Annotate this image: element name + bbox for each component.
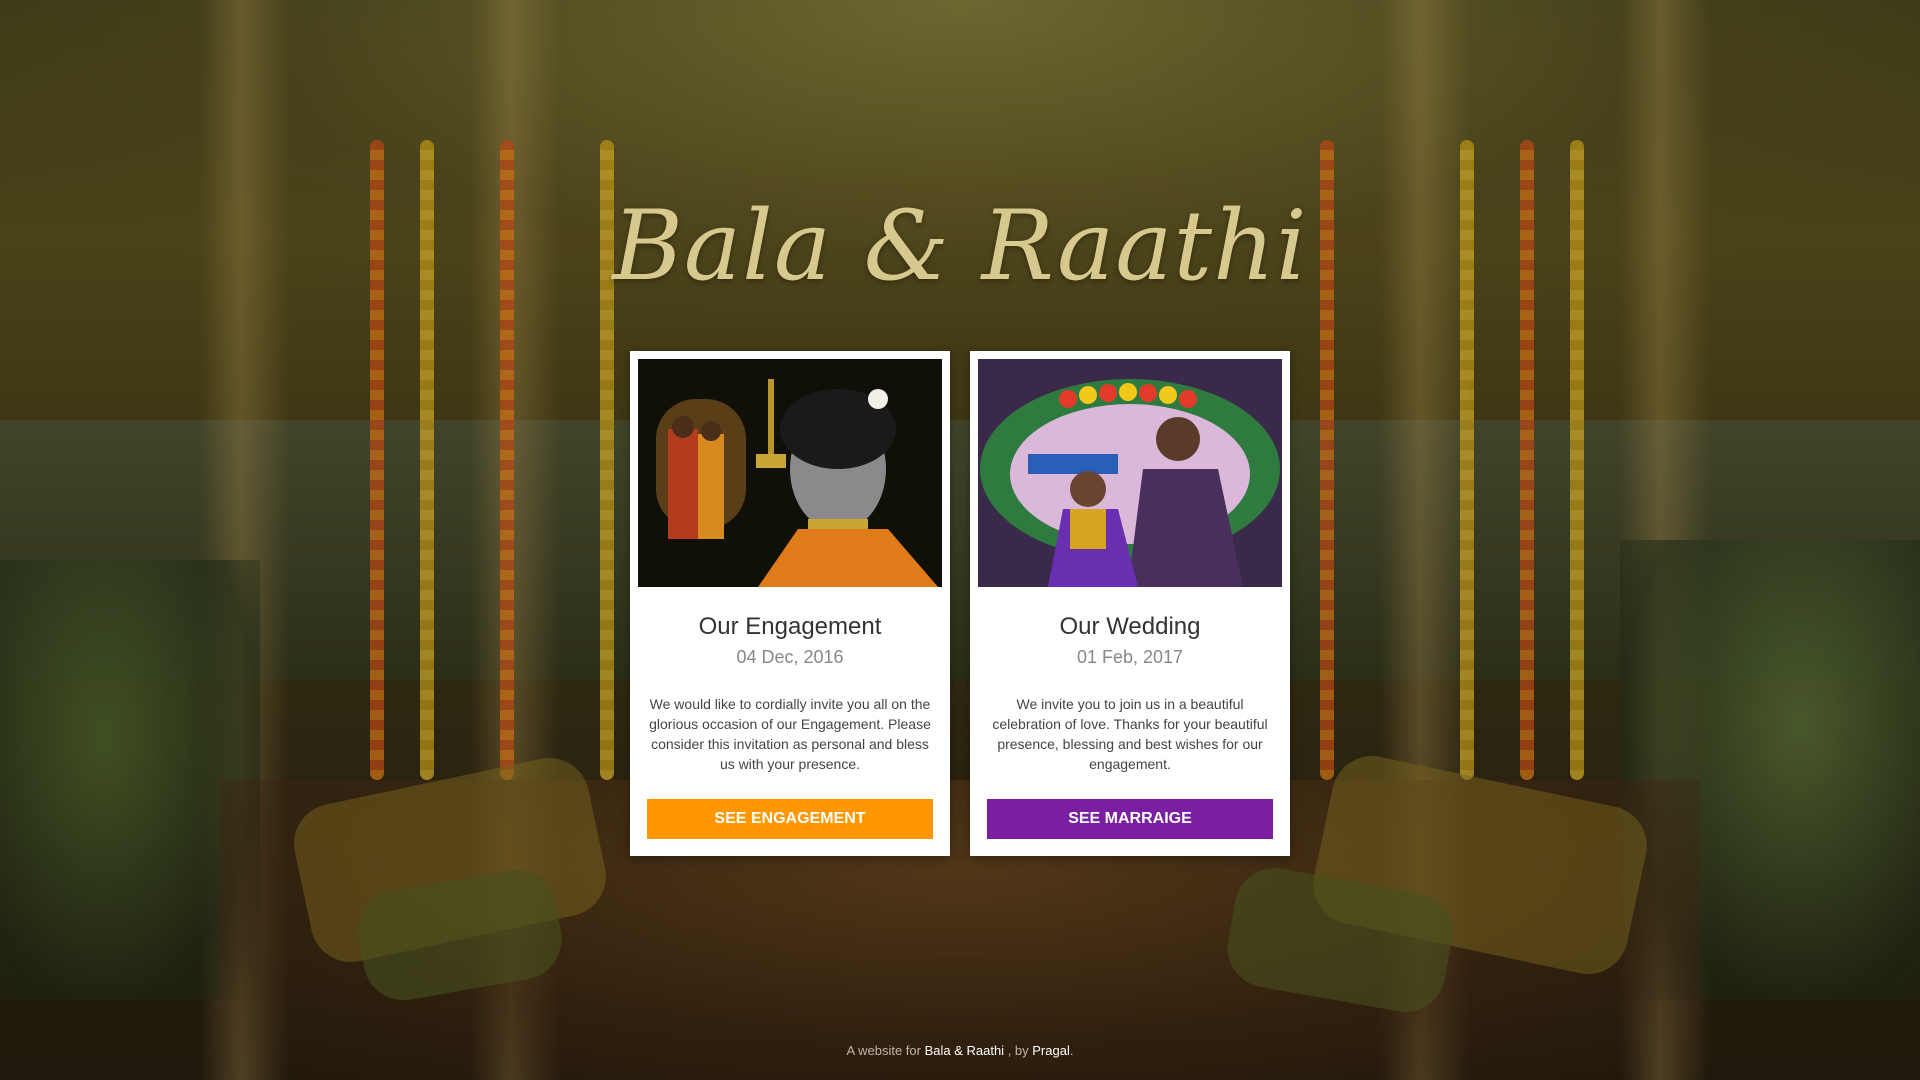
wedding-photo bbox=[978, 359, 1282, 587]
footer-author-link[interactable]: Pragal bbox=[1032, 1043, 1070, 1058]
engagement-card: Our Engagement 04 Dec, 2016 We would lik… bbox=[630, 351, 950, 856]
wedding-photo-image bbox=[978, 359, 1282, 587]
background-scene bbox=[0, 0, 1920, 1080]
footer-by: , by bbox=[1004, 1043, 1033, 1058]
engagement-photo bbox=[638, 359, 942, 587]
see-marraige-button[interactable]: SEE MARRAIGE bbox=[987, 799, 1273, 839]
wedding-date: 01 Feb, 2017 bbox=[1076, 647, 1184, 667]
wedding-card: Our Wedding 01 Feb, 2017 We invite you t… bbox=[970, 351, 1290, 856]
footer-suffix: . bbox=[1069, 1043, 1074, 1058]
engagement-title: Our Engagement bbox=[698, 613, 882, 640]
footer-prefix: A website for bbox=[846, 1043, 925, 1058]
wedding-description: We invite you to join us in a beautiful … bbox=[992, 696, 1268, 772]
engagement-photo-image bbox=[638, 359, 942, 587]
site-title: Bala & Raathi bbox=[612, 190, 1308, 302]
see-engagement-button[interactable]: SEE ENGAGEMENT bbox=[647, 799, 933, 839]
engagement-date: 04 Dec, 2016 bbox=[736, 647, 844, 667]
footer-couple-link[interactable]: Bala & Raathi bbox=[925, 1043, 1005, 1058]
wedding-title: Our Wedding bbox=[1059, 613, 1201, 640]
footer-credits: A website for Bala & Raathi , by Pragal. bbox=[0, 1043, 1920, 1058]
engagement-description: We would like to cordially invite you al… bbox=[649, 696, 931, 772]
